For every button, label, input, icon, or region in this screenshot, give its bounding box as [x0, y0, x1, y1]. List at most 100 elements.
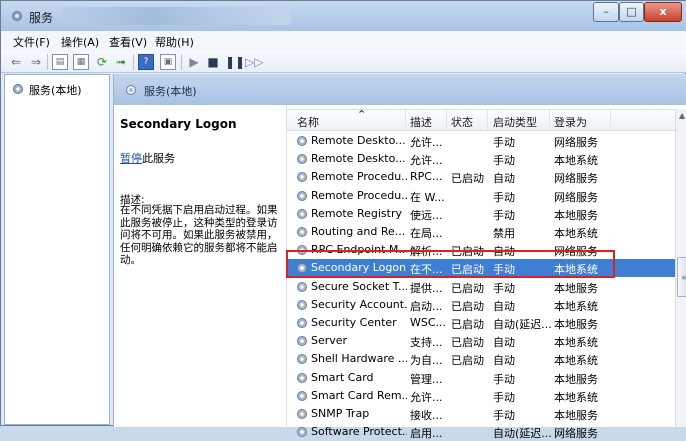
- cell-logon-as: 本地系统: [554, 227, 598, 240]
- gear-icon: [297, 190, 307, 201]
- cell-description: 提供...: [410, 281, 443, 295]
- table-row[interactable]: Remote Deskto... 允许... 手动 网络服务: [287, 132, 675, 150]
- stop-service-icon[interactable]: ■: [205, 54, 221, 70]
- cell-description: 启用...: [410, 427, 443, 441]
- table-row[interactable]: Security Center WSC... 已启动 自动(延迟... 本地服务: [287, 314, 675, 332]
- menu-help[interactable]: 帮助(H): [155, 34, 194, 50]
- refresh-icon[interactable]: ⟳: [94, 54, 110, 70]
- table-row[interactable]: Security Account... 启动... 已启动 自动 本地系统: [287, 296, 675, 314]
- properties-icon[interactable]: ▦: [73, 54, 89, 70]
- cell-name: Remote Procedu...: [311, 170, 407, 184]
- menu-action[interactable]: 操作(A): [61, 34, 99, 50]
- minimize-button[interactable]: –: [593, 2, 619, 22]
- gear-icon: [297, 354, 307, 365]
- menu-file[interactable]: 文件(F): [13, 34, 50, 50]
- title-blur: [61, 7, 291, 25]
- table-row[interactable]: Remote Registry 使远... 手动 本地服务: [287, 205, 675, 223]
- cell-startup-type: 自动: [493, 299, 515, 313]
- vertical-scrollbar[interactable]: ▲ ≡: [675, 109, 686, 427]
- cell-startup-type: 自动: [493, 245, 515, 259]
- cell-logon-as: 本地服务: [554, 208, 598, 222]
- help-icon[interactable]: ?: [138, 54, 154, 70]
- gear-icon: [297, 208, 307, 219]
- column-divider[interactable]: [610, 110, 611, 130]
- cell-logon-as: 本地系统: [554, 354, 598, 368]
- show-hide-icon[interactable]: ▣: [160, 54, 176, 70]
- column-divider[interactable]: [487, 110, 488, 130]
- toolbar-separator: [181, 54, 182, 70]
- cell-startup-type: 手动: [493, 281, 515, 295]
- table-row[interactable]: Remote Procedu... RPC... 已启动 自动 网络服务: [287, 168, 675, 186]
- table-row[interactable]: RPC Endpoint M... 解析... 已启动 自动 网络服务: [287, 241, 675, 259]
- table-row[interactable]: Remote Deskto... 允许... 手动 本地系统: [287, 150, 675, 168]
- column-header-description[interactable]: 描述: [410, 114, 432, 130]
- column-header-startup-type[interactable]: 启动类型: [493, 114, 537, 130]
- content-pane: 服务(本地) Secondary Logon 暂停此服务 描述: 在不同凭据下启…: [113, 74, 686, 440]
- pause-service-icon[interactable]: ❚❚: [225, 54, 245, 70]
- cell-name: Remote Procedu...: [311, 188, 407, 202]
- cell-startup-type: 自动: [493, 336, 515, 350]
- table-row[interactable]: Server 支持... 已启动 自动 本地系统: [287, 332, 675, 350]
- menu-bar: 文件(F) 操作(A) 查看(V) 帮助(H): [1, 31, 686, 51]
- cell-name: Server: [311, 334, 348, 348]
- cell-logon-as: 本地系统: [554, 390, 598, 404]
- table-row[interactable]: Smart Card 管理... 手动 本地服务: [287, 369, 675, 387]
- back-arrow-icon[interactable]: ⇐: [8, 54, 24, 70]
- column-header-status[interactable]: 状态: [451, 114, 473, 130]
- table-row[interactable]: Shell Hardware ... 为自... 已启动 自动 本地系统: [287, 350, 675, 368]
- table-row[interactable]: Secure Socket T... 提供... 已启动 手动 本地服务: [287, 278, 675, 296]
- service-name-heading: Secondary Logon: [120, 117, 237, 131]
- table-row[interactable]: Routing and Re... 在局... 禁用 本地系统: [287, 223, 675, 241]
- content-header: 服务(本地): [114, 74, 686, 105]
- column-header-name[interactable]: 名称: [297, 114, 319, 130]
- cell-description: 接收...: [410, 409, 443, 422]
- scrollbar-thumb[interactable]: ≡: [677, 257, 686, 297]
- column-divider[interactable]: [549, 110, 550, 130]
- toolbar-separator: [47, 54, 48, 70]
- cell-name: Software Protect...: [311, 425, 407, 439]
- gear-icon: [297, 263, 307, 274]
- table-row[interactable]: Smart Card Rem... 允许... 手动 本地系统: [287, 387, 675, 405]
- close-button[interactable]: x: [644, 2, 682, 22]
- cell-logon-as: 本地系统: [554, 299, 598, 313]
- cell-startup-type: 手动: [493, 136, 515, 149]
- gear-icon: [13, 84, 23, 94]
- table-row[interactable]: Remote Procedu... 在 W... 手动 网络服务: [287, 187, 675, 205]
- toolbar: ⇐ ⇒ ▤ ▦ ⟳ ➟ ? ▣ ▶ ■ ❚❚ ▷▷: [1, 51, 686, 73]
- gear-icon: [297, 172, 307, 183]
- cell-description: 在局...: [410, 227, 443, 240]
- menu-view[interactable]: 查看(V): [109, 34, 147, 50]
- column-header-logon-as[interactable]: 登录为: [554, 114, 587, 130]
- table-row[interactable]: SNMP Trap 接收... 手动 本地服务: [287, 405, 675, 423]
- maximize-button[interactable]: □: [619, 2, 644, 22]
- pause-service-link[interactable]: 暂停: [120, 152, 142, 165]
- cell-status: 已启动: [451, 281, 484, 295]
- forward-arrow-icon[interactable]: ⇒: [28, 54, 44, 70]
- cell-name: Remote Deskto...: [311, 134, 406, 147]
- cell-logon-as: 本地服务: [554, 409, 598, 422]
- start-service-icon[interactable]: ▶: [186, 54, 202, 70]
- column-divider[interactable]: [405, 110, 406, 130]
- scroll-up-icon[interactable]: ▲: [679, 111, 685, 120]
- cell-description: RPC...: [410, 170, 443, 184]
- console-tree: 服务(本地): [4, 74, 110, 425]
- column-divider[interactable]: [446, 110, 447, 130]
- cell-startup-type: 手动: [493, 154, 515, 168]
- cell-startup-type: 自动: [493, 172, 515, 186]
- cell-startup-type: 手动: [493, 409, 515, 422]
- table-row-selected[interactable]: Secondary Logon 在不... 已启动 手动 本地系统: [287, 259, 675, 278]
- restart-service-icon[interactable]: ▷▷: [245, 54, 263, 70]
- title-bar[interactable]: 服务 – □ x: [1, 1, 686, 31]
- gear-icon: [126, 85, 136, 95]
- cell-name: Secondary Logon: [311, 261, 407, 275]
- export-list-icon[interactable]: ➟: [113, 54, 129, 70]
- cell-description: 解析...: [410, 245, 443, 259]
- content-header-title: 服务(本地): [144, 85, 197, 98]
- sort-ascending-icon: ⌃: [357, 108, 367, 121]
- tree-item-services-local[interactable]: 服务(本地): [11, 81, 107, 97]
- gear-icon: [297, 336, 307, 347]
- console-tree-icon[interactable]: ▤: [52, 54, 68, 70]
- gear-icon: [297, 372, 307, 383]
- toolbar-separator: [133, 54, 134, 70]
- tree-item-label: 服务(本地): [29, 84, 82, 97]
